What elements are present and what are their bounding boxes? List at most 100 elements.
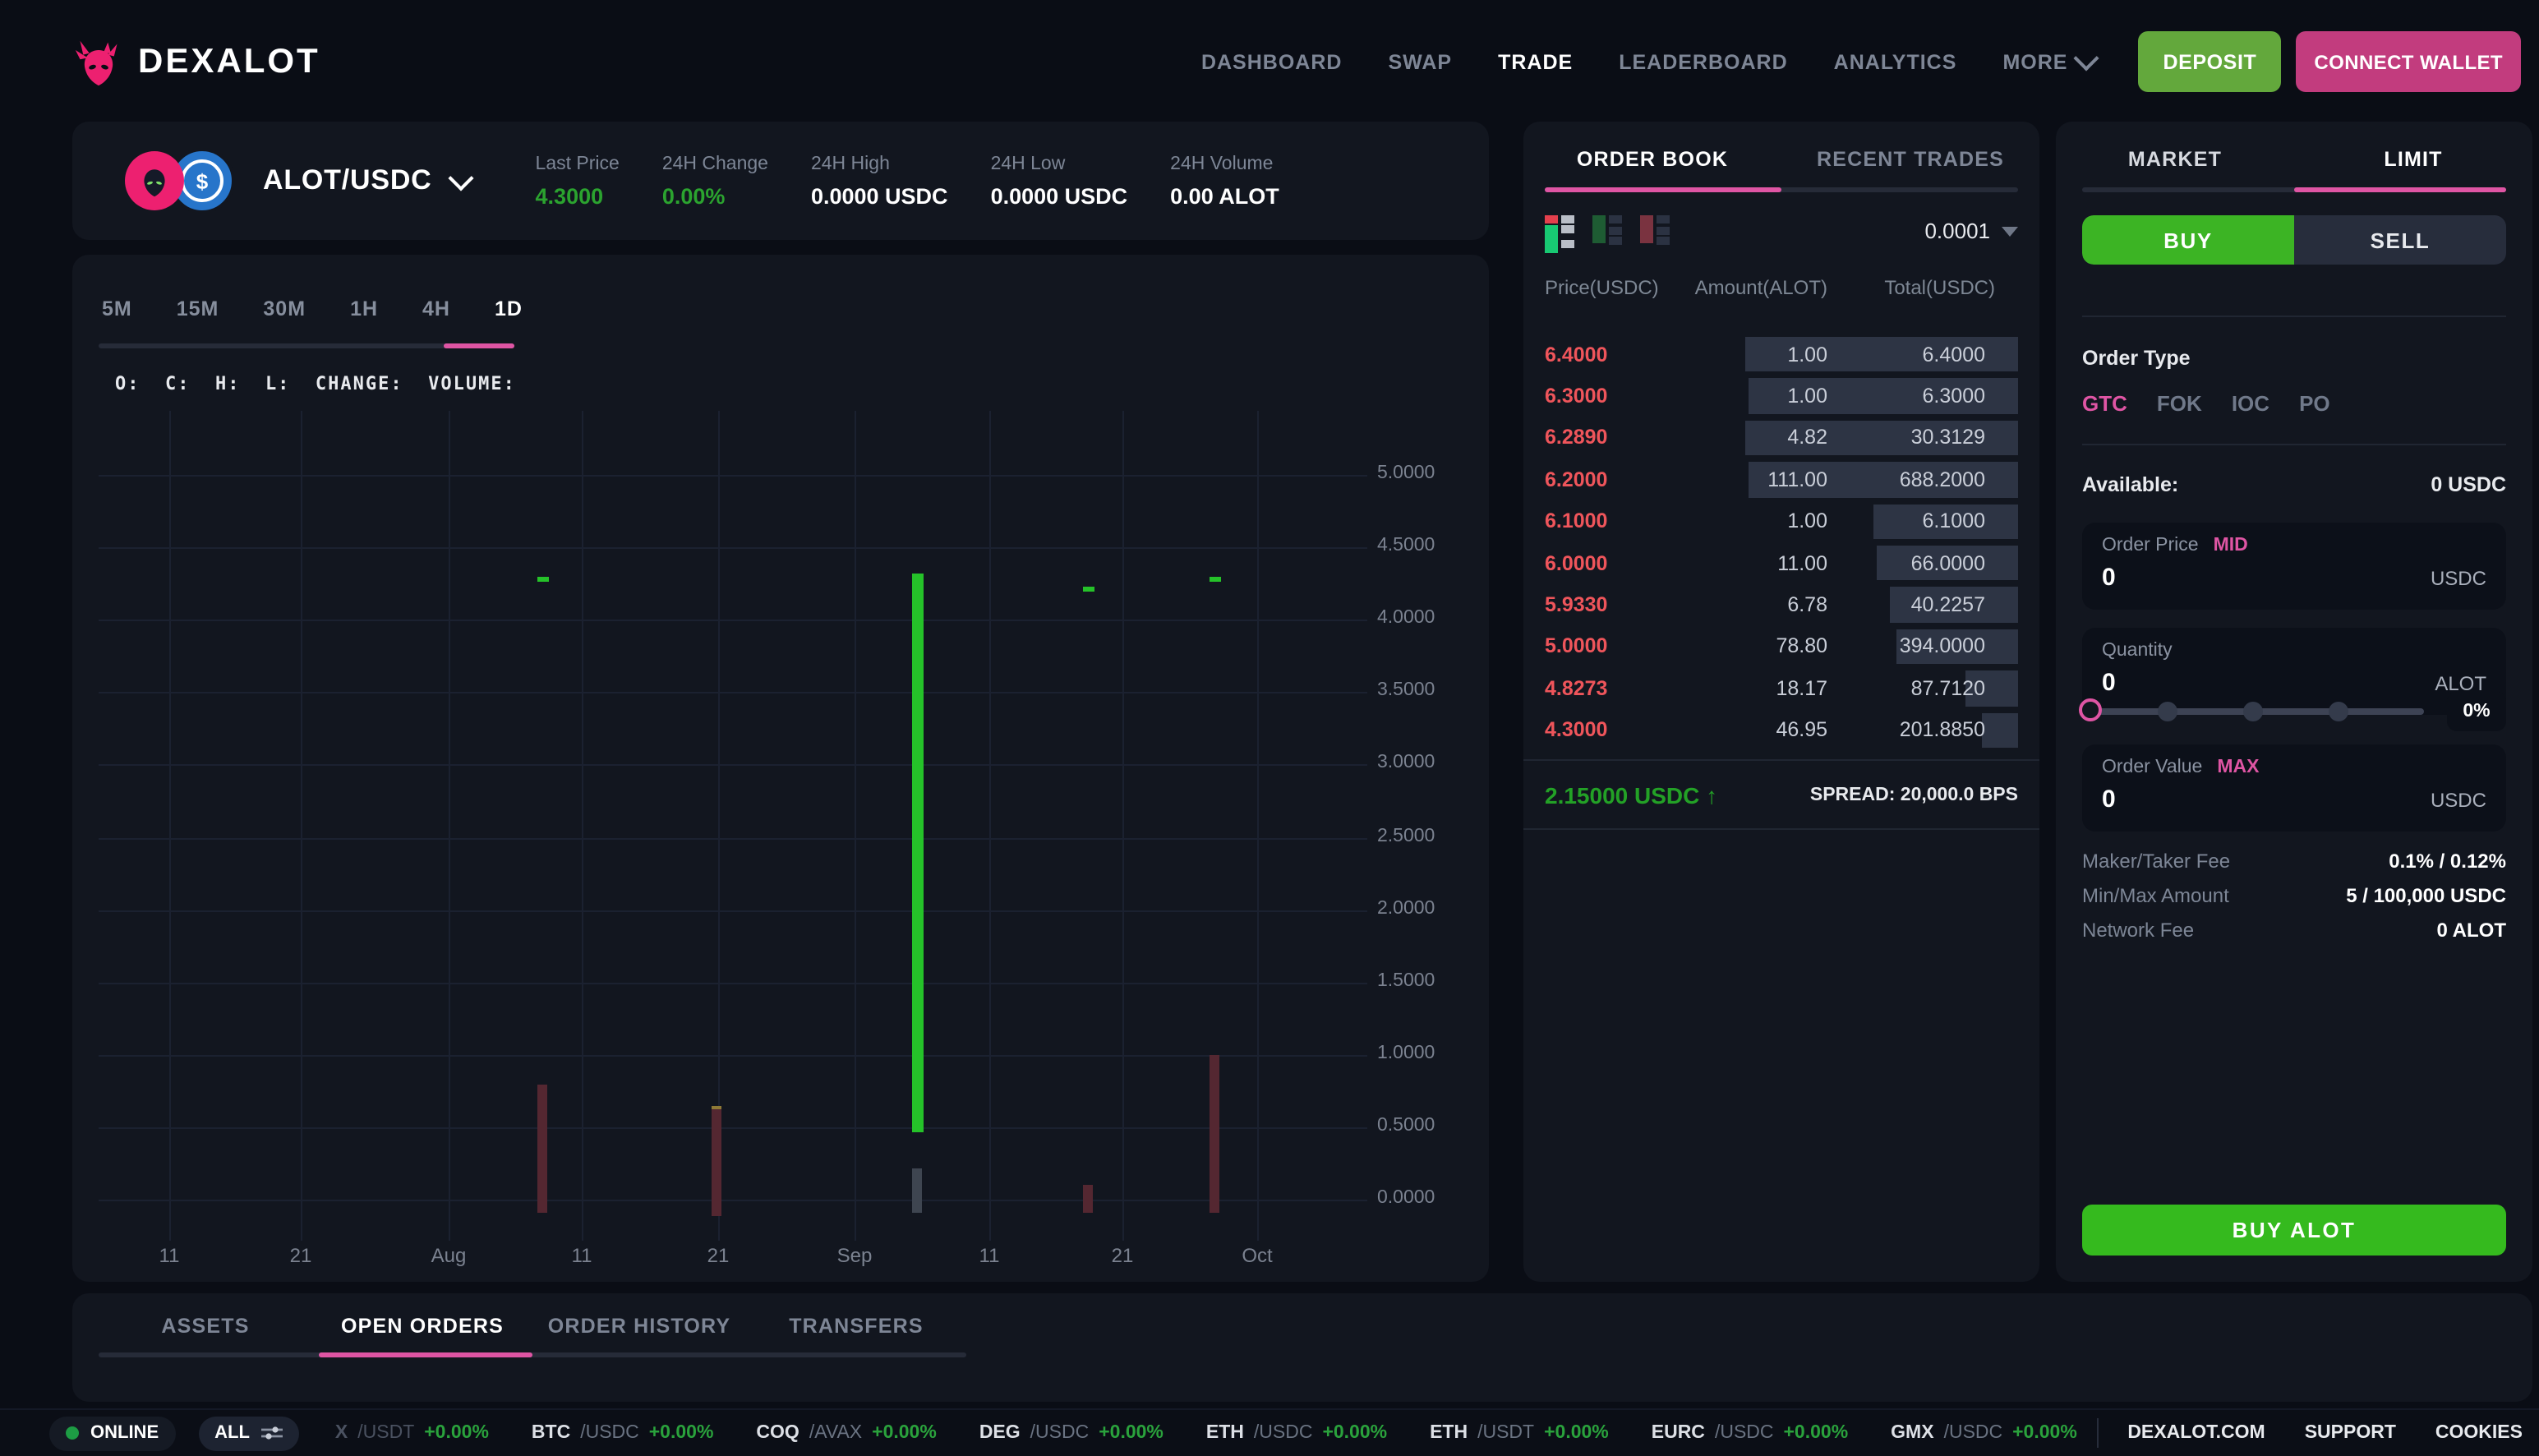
column-header: Total(USDC) (1827, 276, 2018, 299)
buy-toggle-button[interactable]: BUY (2082, 215, 2294, 265)
ticker-item[interactable]: EURC/USDC+0.00% (1652, 1423, 1848, 1443)
ask-price: 5.0000 (1545, 635, 1666, 658)
order-value-input[interactable]: 0 (2102, 786, 2116, 813)
ask-price: 6.1000 (1545, 510, 1666, 533)
footer-link-cookies[interactable]: COOKIES (2435, 1423, 2523, 1443)
order-type-label: Order Type (2082, 347, 2191, 370)
ticker-change: +0.00% (2012, 1423, 2076, 1443)
tab-market[interactable]: MARKET (2056, 148, 2294, 171)
orderbook-view-bids-icon[interactable] (1592, 215, 1624, 247)
ticker-change: +0.00% (424, 1423, 489, 1443)
nav-item-analytics[interactable]: ANALYTICS (1834, 50, 1957, 73)
slider-handle[interactable] (2079, 698, 2102, 721)
timeframe-tab-1h[interactable]: 1H (350, 297, 378, 320)
ask-amount: 11.00 (1666, 551, 1827, 574)
order-type-gtc[interactable]: GTC (2082, 391, 2127, 416)
candle[interactable] (1210, 576, 1221, 581)
y-axis-tick-label: 4.5000 (1377, 536, 1469, 555)
volume-bar (912, 1168, 922, 1213)
order-price-input[interactable]: 0 (2102, 564, 2116, 592)
x-axis-tick-label: 11 (572, 1244, 592, 1267)
ticker-item[interactable]: ETH/USDT+0.00% (1430, 1423, 1609, 1443)
ticker-item[interactable]: X/USDT+0.00% (335, 1423, 489, 1443)
candle[interactable] (1083, 587, 1094, 592)
tab-transfers[interactable]: TRANSFERS (748, 1315, 965, 1338)
slider-dot-75[interactable] (2329, 702, 2348, 721)
quantity-slider[interactable] (2082, 708, 2424, 715)
candle[interactable] (537, 576, 549, 581)
sell-toggle-button[interactable]: SELL (2294, 215, 2506, 265)
order-type-fok[interactable]: FOK (2157, 391, 2202, 416)
order-book-ask-row[interactable]: 6.2000111.00688.2000 (1545, 458, 2018, 500)
order-price-field[interactable]: Order Price MID 0 USDC (2082, 523, 2506, 610)
nav-item-trade[interactable]: TRADE (1498, 50, 1573, 73)
order-book-tab-order-book[interactable]: ORDER BOOK (1523, 148, 1781, 171)
fee-value: 0 ALOT (2437, 919, 2506, 942)
ticker-pair-quote: /USDC (1254, 1423, 1313, 1443)
order-value-field[interactable]: Order Value MAX 0 USDC (2082, 744, 2506, 832)
ticker-item[interactable]: DEG/USDC+0.00% (979, 1423, 1164, 1443)
nav-item-swap[interactable]: SWAP (1388, 50, 1452, 73)
order-book-ask-row[interactable]: 6.000011.0066.0000 (1545, 542, 2018, 584)
order-book-ask-row[interactable]: 4.827318.1787.7120 (1545, 667, 2018, 709)
order-book-ask-row[interactable]: 4.300046.95201.8850 (1545, 709, 2018, 751)
order-book-ask-row[interactable]: 6.28904.8230.3129 (1545, 417, 2018, 459)
tab-order-history[interactable]: ORDER HISTORY (531, 1315, 748, 1338)
last-price[interactable]: 2.15000 USDC ↑ (1545, 781, 1717, 808)
ticker-item[interactable]: COQ/AVAX+0.00% (756, 1423, 936, 1443)
ticker-item[interactable]: ETH/USDC+0.00% (1206, 1423, 1387, 1443)
tab-limit[interactable]: LIMIT (2294, 148, 2532, 171)
ask-amount: 1.00 (1666, 343, 1827, 366)
nav-item-leaderboard[interactable]: LEADERBOARD (1619, 50, 1787, 73)
order-book-ask-row[interactable]: 5.93306.7840.2257 (1545, 584, 2018, 626)
dexalot-logo[interactable]: DEXALOT (74, 37, 320, 86)
ticker-pair-base: X (335, 1423, 348, 1443)
order-book-tab-recent-trades[interactable]: RECENT TRADES (1781, 148, 2039, 171)
volume-bar (1210, 1055, 1219, 1213)
market-ticker-list: X/USDT+0.00%BTC/USDC+0.00%COQ/AVAX+0.00%… (335, 1423, 2076, 1443)
timeframe-tab-30m[interactable]: 30M (263, 297, 306, 320)
order-book-ask-row[interactable]: 6.30001.006.3000 (1545, 376, 2018, 417)
ticker-filter-button[interactable]: ALL (198, 1416, 299, 1450)
precision-dropdown[interactable]: 0.0001 (1924, 219, 2018, 243)
x-axis-tick-label: Sep (837, 1244, 873, 1267)
pair-selector[interactable]: ALOT/USDC (263, 164, 470, 197)
footer-link-support[interactable]: SUPPORT (2305, 1423, 2396, 1443)
candle[interactable] (912, 574, 924, 1133)
dexalot-logo-icon (74, 37, 123, 86)
timeframe-tab-4h[interactable]: 4H (422, 297, 450, 320)
nav-item-more[interactable]: MORE (2002, 50, 2095, 73)
slider-dot-25[interactable] (2158, 702, 2177, 721)
pair-info-panel: $ ALOT/USDC Last Price4.300024H Change0.… (72, 122, 1489, 240)
mid-tag[interactable]: MID (2214, 536, 2248, 555)
x-axis-tick-label: 21 (290, 1244, 312, 1267)
ticker-item[interactable]: GMX/USDC+0.00% (1891, 1423, 2076, 1443)
slider-dot-50[interactable] (2243, 702, 2263, 721)
y-axis-tick-label: 1.5000 (1377, 970, 1469, 990)
ticker-item[interactable]: BTC/USDC+0.00% (532, 1423, 714, 1443)
orderbook-view-asks-icon[interactable] (1640, 215, 1671, 247)
nav-item-dashboard[interactable]: DASHBOARD (1201, 50, 1343, 73)
deposit-button[interactable]: DEPOSIT (2138, 31, 2281, 92)
timeframe-tab-1d[interactable]: 1D (495, 297, 523, 320)
order-type-po[interactable]: PO (2299, 391, 2330, 416)
footer-link-dexalot-com[interactable]: DEXALOT.COM (2127, 1423, 2265, 1443)
order-type-options: GTC FOK IOC PO (2082, 391, 2330, 416)
buy-alot-button[interactable]: BUY ALOT (2082, 1205, 2506, 1256)
y-axis-tick-label: 0.0000 (1377, 1188, 1469, 1208)
timeframe-tab-5m[interactable]: 5M (102, 297, 132, 320)
connect-wallet-button[interactable]: CONNECT WALLET (2296, 31, 2521, 92)
order-type-ioc[interactable]: IOC (2232, 391, 2269, 416)
tab-assets[interactable]: ASSETS (97, 1315, 314, 1338)
y-axis-tick-label: 3.0000 (1377, 753, 1469, 773)
max-tag[interactable]: MAX (2217, 758, 2259, 777)
order-book-ask-row[interactable]: 6.40001.006.4000 (1545, 334, 2018, 376)
orderbook-view-both-icon[interactable] (1545, 215, 1576, 247)
ticker-pair-base: BTC (532, 1423, 570, 1443)
timeframe-tab-15m[interactable]: 15M (177, 297, 219, 320)
order-book-ask-row[interactable]: 6.10001.006.1000 (1545, 500, 2018, 542)
ohlc-legend: O: C: H: L: CHANGE: VOLUME: (115, 373, 516, 394)
order-book-ask-row[interactable]: 5.000078.80394.0000 (1545, 625, 2018, 667)
gridline (1122, 411, 1124, 1241)
tab-open-orders[interactable]: OPEN ORDERS (314, 1315, 531, 1338)
